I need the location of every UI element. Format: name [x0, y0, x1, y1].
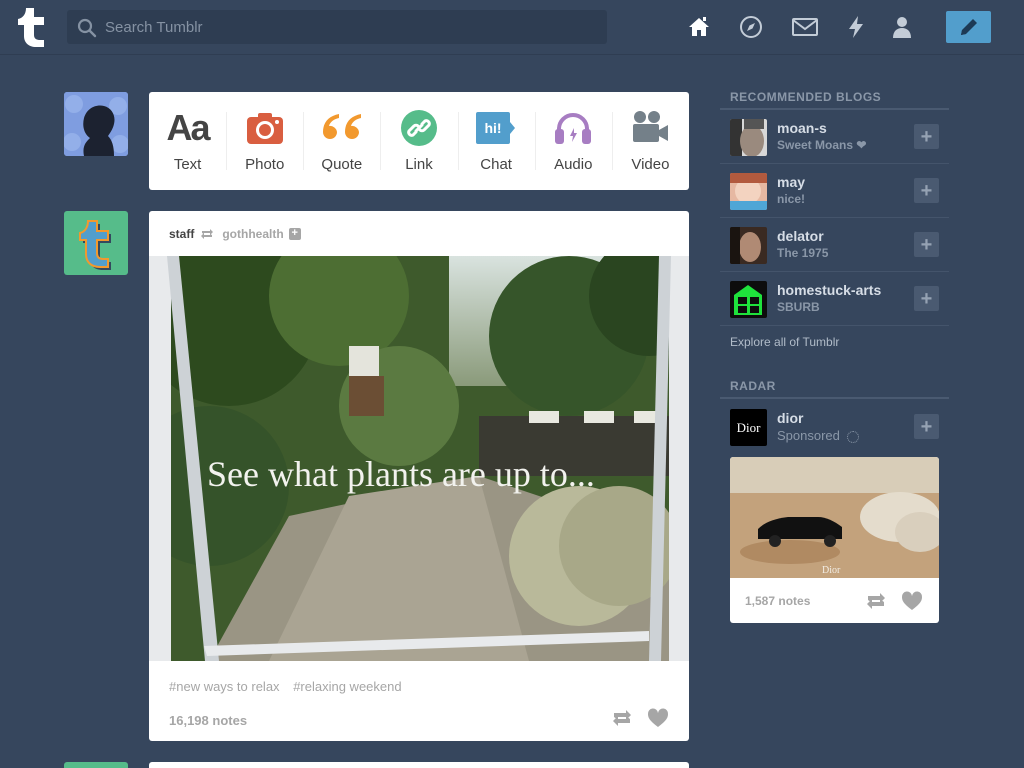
radar-notes[interactable]: 1,587 notes: [745, 594, 810, 608]
post-type-label: Video: [631, 156, 670, 173]
search-icon: [77, 18, 97, 38]
divider: [720, 397, 949, 399]
dior-watermark: Dior: [822, 565, 841, 576]
blog-avatar: [730, 173, 767, 210]
user-avatar[interactable]: [64, 92, 128, 156]
dior-logo-text: Dior: [736, 419, 761, 435]
post-type-label: Quote: [321, 156, 363, 173]
reblog-icon[interactable]: [611, 708, 633, 733]
search-box[interactable]: [67, 10, 607, 44]
explore-link[interactable]: Explore all of Tumblr: [730, 335, 839, 349]
follow-button[interactable]: +: [914, 124, 939, 149]
follow-button[interactable]: +: [914, 232, 939, 257]
reblog-icon[interactable]: [865, 591, 887, 616]
post-type-quote[interactable]: Quote: [303, 92, 380, 190]
radar-post[interactable]: Dior 1,587 notes: [730, 457, 939, 623]
compose-button[interactable]: [946, 11, 991, 43]
like-heart-icon[interactable]: [901, 591, 923, 616]
follow-plus-icon[interactable]: +: [288, 227, 301, 240]
blog-name: delator: [777, 228, 824, 244]
radar-blog[interactable]: Dior dior Sponsored +: [720, 400, 949, 454]
sponsored-label: Sponsored: [777, 428, 840, 443]
post-type-label: Chat: [480, 156, 512, 173]
post-type-label: Audio: [554, 156, 593, 173]
post-type-video[interactable]: Video: [611, 92, 689, 190]
recommended-blog[interactable]: delator The 1975 +: [720, 218, 949, 272]
post-tags: #new ways to relax #relaxing weekend: [169, 679, 412, 694]
radar-image[interactable]: Dior: [730, 457, 939, 578]
blog-avatar: [730, 227, 767, 264]
text-icon: Aa: [166, 107, 211, 148]
pencil-icon: [960, 19, 977, 35]
post-author[interactable]: staff: [169, 227, 194, 241]
top-bar: [0, 0, 1024, 55]
post-type-label: Text: [173, 156, 202, 173]
post-tag[interactable]: #relaxing weekend: [293, 679, 401, 694]
blog-subtitle: Sweet Moans ❤: [777, 138, 867, 152]
next-post-card: [149, 762, 689, 768]
camera-icon: [246, 108, 284, 148]
reblog-icon: [200, 228, 214, 240]
blog-name: may: [777, 174, 806, 190]
post-notes[interactable]: 16,198 notes: [169, 713, 247, 728]
recommended-blogs-title: RECOMMENDED BLOGS: [730, 90, 882, 104]
post-image[interactable]: See what plants are up to...: [149, 256, 689, 661]
explore-icon[interactable]: [736, 12, 766, 42]
home-icon[interactable]: [684, 12, 714, 42]
post-type-bar: Aa Text Photo Quote Link hi! Chat Audio: [149, 92, 689, 190]
tumblr-logo[interactable]: [16, 6, 50, 48]
post-type-label: Photo: [245, 156, 285, 173]
sponsored-icon[interactable]: [846, 430, 859, 443]
blog-avatar: [730, 281, 767, 318]
post-type-text[interactable]: Aa Text: [149, 92, 226, 190]
link-icon: [400, 108, 438, 148]
blog-avatar: Dior: [730, 409, 767, 446]
radar-title: RADAR: [730, 379, 776, 393]
post-type-audio[interactable]: Audio: [534, 92, 612, 190]
video-camera-icon: [630, 108, 670, 148]
post-card: staff gothhealth + See what plants are u…: [149, 211, 689, 741]
blog-name: dior: [777, 410, 804, 426]
post-type-label: Link: [405, 156, 433, 173]
staff-avatar[interactable]: [64, 211, 128, 275]
recommended-blog[interactable]: homestuck-arts SBURB +: [720, 272, 949, 326]
blog-avatar: [730, 119, 767, 156]
follow-button[interactable]: +: [914, 286, 939, 311]
headphones-icon: [554, 108, 592, 148]
blog-name: moan-s: [777, 120, 827, 136]
next-post-avatar[interactable]: [64, 762, 128, 768]
inbox-icon[interactable]: [790, 12, 820, 42]
post-header: staff gothhealth +: [149, 211, 689, 256]
blog-subtitle: Sponsored: [777, 428, 859, 443]
blog-subtitle: nice!: [777, 192, 806, 206]
quote-icon: [321, 108, 363, 148]
follow-button[interactable]: +: [914, 178, 939, 203]
post-type-link[interactable]: Link: [380, 92, 457, 190]
post-type-chat[interactable]: hi! Chat: [457, 92, 535, 190]
blog-subtitle: The 1975: [777, 246, 829, 260]
post-footer: 16,198 notes: [169, 708, 669, 728]
like-heart-icon[interactable]: [647, 708, 669, 733]
post-tag[interactable]: #new ways to relax: [169, 679, 280, 694]
post-type-photo[interactable]: Photo: [226, 92, 303, 190]
search-input[interactable]: [105, 10, 595, 44]
post-source[interactable]: gothhealth: [222, 227, 283, 241]
recommended-blog[interactable]: moan-s Sweet Moans ❤ +: [720, 110, 949, 164]
account-icon[interactable]: [887, 12, 917, 42]
recommended-blog[interactable]: may nice! +: [720, 164, 949, 218]
svg-text:hi!: hi!: [485, 120, 502, 136]
chat-icon: hi!: [476, 108, 516, 148]
blog-subtitle: SBURB: [777, 300, 820, 314]
follow-button[interactable]: +: [914, 414, 939, 439]
image-caption: See what plants are up to...: [207, 454, 595, 494]
activity-icon[interactable]: [841, 12, 871, 42]
blog-name: homestuck-arts: [777, 282, 882, 298]
